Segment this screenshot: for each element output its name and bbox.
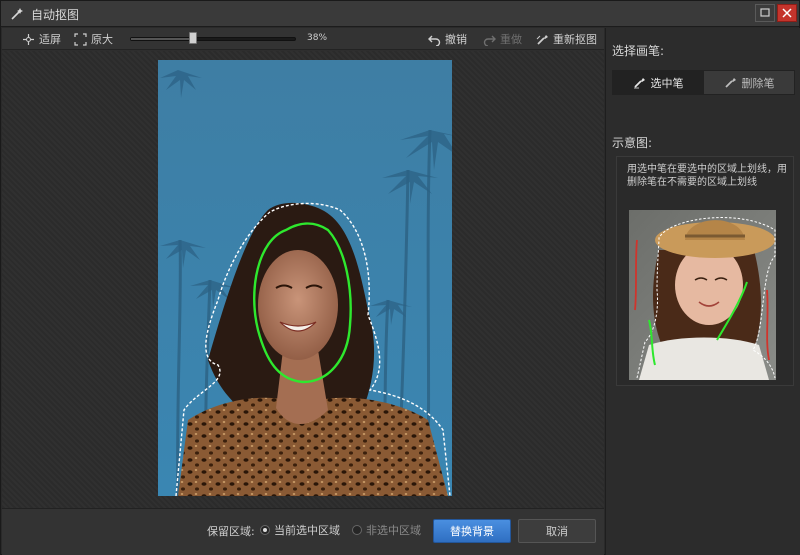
close-button[interactable] xyxy=(777,4,797,22)
magic-wand-icon xyxy=(11,8,23,20)
replace-background-button[interactable]: 替换背景 xyxy=(433,519,511,543)
editor-toolbar: 适屏 原大 38% 撤销 重做 重新抠图 xyxy=(2,28,604,50)
redo-icon xyxy=(483,35,496,46)
radio-current-selection-label: 当前选中区域 xyxy=(274,524,340,537)
close-icon xyxy=(782,8,792,18)
editor-panel: 适屏 原大 38% 撤销 重做 重新抠图 保留区域: 当前选中区域 非选中区域 … xyxy=(2,28,604,555)
zoom-slider-thumb[interactable] xyxy=(189,32,198,44)
redo-label: 重做 xyxy=(500,33,522,46)
brush-panel: 选择画笔: 选中笔 删除笔 示意图: 用选中笔在要选中的区域上划线，用删除笔在不… xyxy=(605,28,800,555)
brush-reset-icon xyxy=(536,34,548,45)
fit-screen-icon xyxy=(23,33,34,45)
redo-button[interactable]: 重做 xyxy=(483,31,522,47)
radio-current-selection[interactable]: 当前选中区域 xyxy=(260,522,340,538)
bottom-bar: 保留区域: 当前选中区域 非选中区域 替换背景 取消 xyxy=(2,508,604,555)
actual-size-label: 原大 xyxy=(91,33,113,46)
select-brush-label: 选中笔 xyxy=(650,76,684,90)
actual-size-button[interactable]: 原大 xyxy=(74,31,113,47)
undo-icon xyxy=(428,35,441,46)
delete-brush-label: 删除笔 xyxy=(741,76,775,90)
delete-brush-icon xyxy=(724,78,736,88)
zoom-percent-label: 38% xyxy=(307,33,328,43)
brush-tabs: 选中笔 删除笔 xyxy=(612,70,795,95)
reset-cutout-label: 重新抠图 xyxy=(553,33,597,46)
radio-non-selection[interactable]: 非选中区域 xyxy=(352,522,421,538)
window-title: 自动抠图 xyxy=(31,8,80,22)
actual-size-icon xyxy=(74,32,87,46)
image-canvas[interactable] xyxy=(2,51,604,533)
title-bar: 自动抠图 xyxy=(1,1,799,27)
delete-brush-tab[interactable]: 删除笔 xyxy=(703,71,794,94)
radio-non-selection-label: 非选中区域 xyxy=(366,524,421,537)
hint-text: 用选中笔在要选中的区域上划线，用删除笔在不需要的区域上划线 xyxy=(627,164,787,188)
radio-dot-unselected xyxy=(352,525,362,535)
fit-screen-label: 适屏 xyxy=(39,33,61,46)
reset-cutout-button[interactable]: 重新抠图 xyxy=(536,31,597,47)
maximize-icon xyxy=(760,8,770,17)
maximize-button[interactable] xyxy=(755,4,775,22)
keep-area-label: 保留区域: xyxy=(207,525,255,538)
fit-screen-button[interactable]: 适屏 xyxy=(22,31,61,47)
select-brush-tab[interactable]: 选中笔 xyxy=(613,71,703,94)
brush-section-title: 选择画笔: xyxy=(612,44,665,58)
source-photo xyxy=(158,60,452,496)
undo-label: 撤销 xyxy=(445,33,467,46)
undo-button[interactable]: 撤销 xyxy=(428,31,467,47)
cancel-button[interactable]: 取消 xyxy=(518,519,596,543)
zoom-slider-fill xyxy=(131,38,195,40)
select-brush-icon xyxy=(633,78,645,89)
example-section-title: 示意图: xyxy=(612,136,653,150)
example-box: 用选中笔在要选中的区域上划线，用删除笔在不需要的区域上划线 xyxy=(616,156,794,386)
zoom-slider[interactable] xyxy=(130,37,296,41)
radio-dot-selected xyxy=(260,525,270,535)
example-photo xyxy=(629,210,776,380)
auto-cutout-window: 自动抠图 适屏 原大 38% 撤销 重做 重新抠图 保留区域: 当前选中区域 非… xyxy=(0,0,800,555)
